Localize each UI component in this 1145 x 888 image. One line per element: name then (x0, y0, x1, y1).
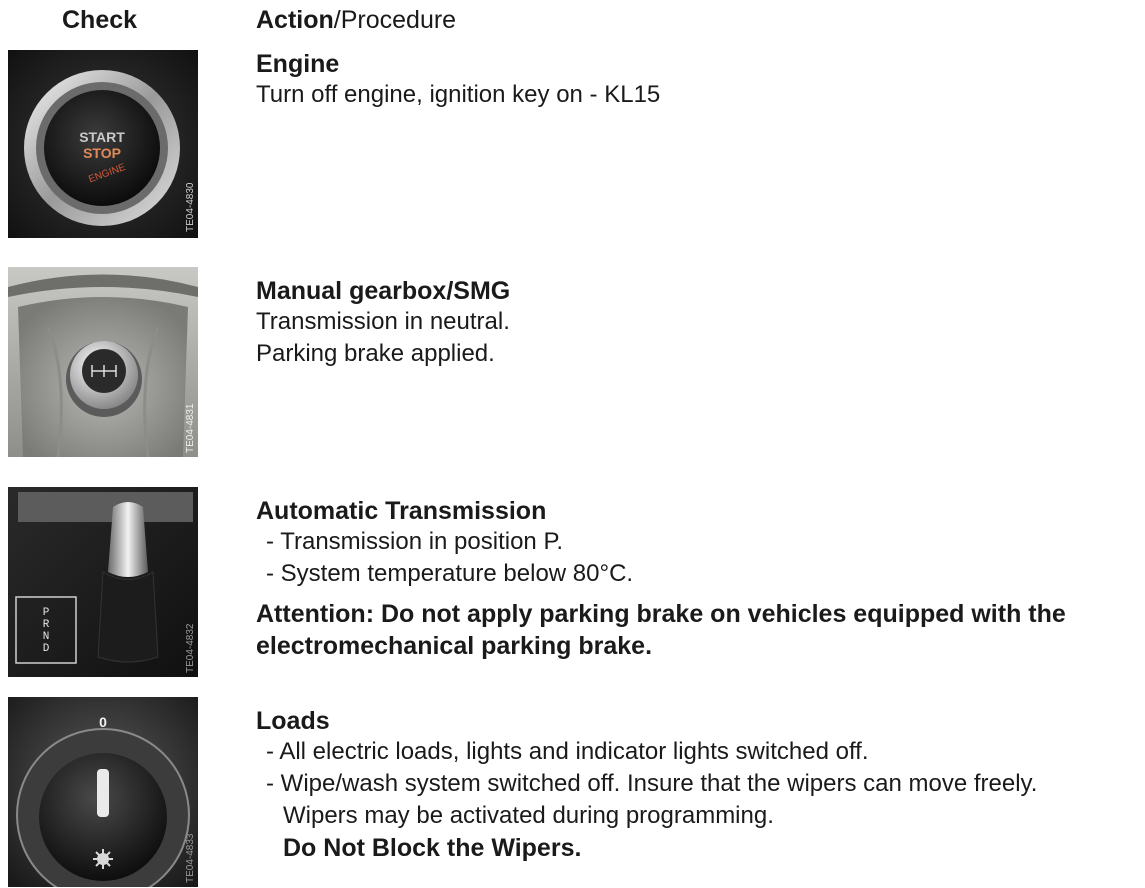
check-column-header: Check (62, 6, 138, 34)
button-start-text: START (79, 129, 125, 145)
section-engine: Engine Turn off engine, ignition key on … (256, 49, 660, 111)
photo-tag-4830: TE04-4830 (185, 182, 196, 232)
section-automatic-transmission: Automatic Transmission - Transmission in… (256, 496, 1066, 662)
light-switch-photo: 0 TE04-4833 (8, 697, 198, 887)
photo-tag-4831: TE04-4831 (185, 403, 196, 453)
loads-title: Loads (256, 707, 330, 735)
start-stop-button-photo: START STOP ENGINE TE04-4830 (8, 50, 198, 238)
loads-item-electric: - All electric loads, lights and indicat… (266, 738, 869, 765)
loads-item-wipers: - Wipe/wash system switched off. Insure … (266, 770, 1038, 797)
svg-text:P: P (43, 607, 50, 619)
gearbox-line-neutral: Transmission in neutral. (256, 308, 510, 335)
svg-text:N: N (43, 631, 50, 643)
gearbox-title: Manual gearbox/SMG (256, 277, 511, 305)
svg-text:R: R (43, 619, 50, 631)
switch-zero-label: 0 (99, 714, 107, 730)
automatic-title: Automatic Transmission (256, 497, 547, 525)
action-header-rest: /Procedure (333, 6, 457, 34)
photo-tag-4832: TE04-4832 (185, 623, 196, 673)
automatic-item-position: - Transmission in position P. (266, 528, 564, 555)
engine-title: Engine (256, 50, 340, 78)
photo-tag-4833: TE04-4833 (185, 833, 196, 883)
button-stop-text: STOP (83, 145, 121, 161)
action-column-header: Action/Procedure (256, 6, 456, 35)
action-header-bold: Action (256, 6, 334, 34)
loads-item-wipers-cont: Wipers may be activated during programmi… (283, 802, 774, 829)
loads-warning: Do Not Block the Wipers. (283, 834, 582, 862)
automatic-selector-photo: P R N D TE04-4832 (8, 487, 198, 677)
gearbox-line-parking-brake: Parking brake applied. (256, 340, 495, 367)
engine-line: Turn off engine, ignition key on - KL15 (256, 81, 661, 108)
svg-text:D: D (43, 643, 50, 655)
attention-line-2: electromechanical parking brake. (256, 632, 653, 660)
manual-gear-knob-photo: TE04-4831 (8, 267, 198, 457)
automatic-item-temperature: - System temperature below 80°C. (266, 560, 634, 587)
section-manual-gearbox: Manual gearbox/SMG Transmission in neutr… (256, 276, 510, 370)
attention-line-1: Attention: Do not apply parking brake on… (256, 600, 1066, 628)
section-loads: Loads - All electric loads, lights and i… (256, 706, 1037, 864)
